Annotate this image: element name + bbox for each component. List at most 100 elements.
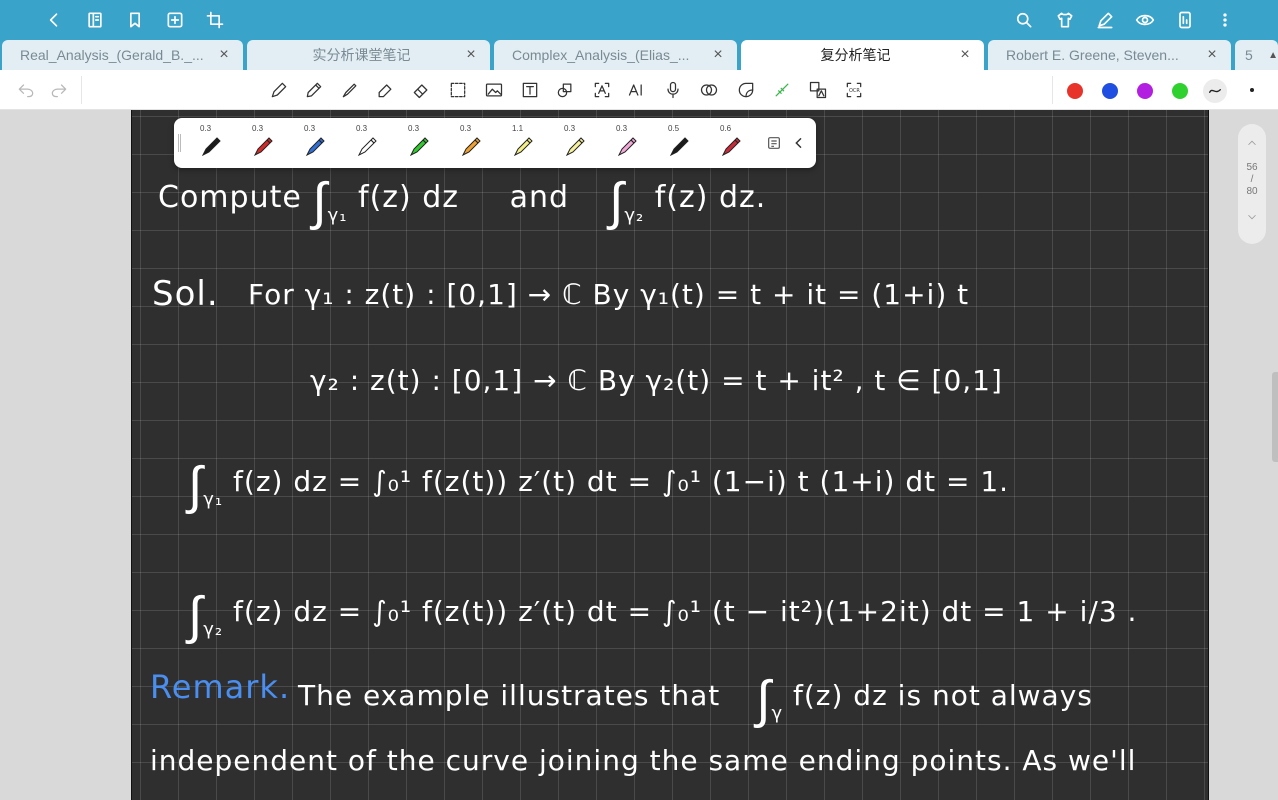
- note-text: Compute: [158, 180, 313, 215]
- pen-icon: [201, 137, 221, 157]
- close-icon[interactable]: ×: [217, 47, 231, 63]
- tab-greene-krantz[interactable]: Robert E. Greene, Steven... ×: [988, 40, 1231, 70]
- ai-icon[interactable]: [626, 79, 648, 101]
- highlighter-icon[interactable]: [374, 79, 396, 101]
- color-blue-swatch[interactable]: [1102, 83, 1118, 99]
- note-line-gamma2: γ₂ : z(t) : [0,1] → ℂ By γ₂(t) = t + it²…: [310, 364, 1003, 397]
- close-icon[interactable]: ×: [958, 47, 972, 63]
- color-red-swatch[interactable]: [1067, 83, 1083, 99]
- color-green-swatch[interactable]: [1172, 83, 1188, 99]
- note-line-remark: The example illustrates that ∫γ f(z) dz …: [298, 670, 1093, 730]
- pen-icon: [565, 137, 585, 157]
- bookmark-icon[interactable]: [123, 8, 147, 32]
- pen-preset[interactable]: 1.1: [498, 118, 548, 168]
- note-text: f(z) dz.: [654, 180, 767, 215]
- pen-preset[interactable]: 0.5: [654, 118, 704, 168]
- pen-icon: [617, 137, 637, 157]
- pen-preset[interactable]: 0.3: [186, 118, 236, 168]
- microphone-icon[interactable]: [662, 79, 684, 101]
- tab-label: 实分析课堂笔记: [312, 47, 411, 63]
- pencil-icon[interactable]: [303, 79, 325, 101]
- laser-pointer-icon[interactable]: [771, 79, 793, 101]
- note-remark-label: Remark.: [150, 668, 291, 706]
- collapse-chevron-icon[interactable]: [791, 133, 807, 153]
- fountain-pen-icon[interactable]: [268, 79, 290, 101]
- page-total: 80: [1246, 186, 1258, 197]
- chevron-up-icon[interactable]: [1245, 136, 1259, 150]
- note-sol-label: Sol.: [152, 274, 219, 314]
- chevron-up-icon: ▲: [1268, 49, 1278, 61]
- color-purple-swatch[interactable]: [1137, 83, 1153, 99]
- pen-icon: [357, 137, 377, 157]
- edit-pen-icon[interactable]: [1093, 8, 1117, 32]
- crop-icon[interactable]: [203, 8, 227, 32]
- divider: [1052, 76, 1053, 104]
- side-panel-handle[interactable]: [1272, 372, 1278, 462]
- note-line-integral1: ∫γ₁ f(z) dz = ∫₀¹ f(z(t)) z′(t) dt = ∫₀¹…: [188, 456, 1010, 516]
- back-icon[interactable]: [42, 8, 66, 32]
- ocr-icon[interactable]: OCR: [843, 79, 865, 101]
- translate-icon[interactable]: [807, 79, 829, 101]
- pen-preset[interactable]: 0.3: [602, 118, 652, 168]
- note-line-compute: Compute ∫γ₁ f(z) dz and ∫γ₂ f(z) dz.: [158, 172, 767, 232]
- pen-icon: [461, 137, 481, 157]
- stroke-style-icon[interactable]: [1203, 79, 1227, 103]
- top-bar: [0, 0, 1278, 40]
- sticker-icon[interactable]: [735, 79, 757, 101]
- chevron-down-icon[interactable]: [1245, 210, 1259, 224]
- note-text: f(z) dz = ∫₀¹ f(z(t)) z′(t) dt = ∫₀¹ (1−…: [233, 465, 1010, 498]
- pen-icon: [253, 137, 273, 157]
- note-text: and: [509, 180, 570, 215]
- pen-preset[interactable]: 0.3: [238, 118, 288, 168]
- tab-real-analysis-notes[interactable]: 实分析课堂笔记 ×: [247, 40, 490, 70]
- tab-count: 5: [1245, 47, 1253, 63]
- note-canvas[interactable]: Compute ∫γ₁ f(z) dz and ∫γ₂ f(z) dz. Sol.…: [131, 110, 1209, 800]
- svg-text:OCR: OCR: [849, 88, 860, 94]
- note-text: f(z) dz is not always: [793, 679, 1093, 712]
- image-icon[interactable]: [483, 79, 505, 101]
- tab-real-analysis[interactable]: Real_Analysis_(Gerald_B._... ×: [2, 40, 243, 70]
- pen-icon: [409, 137, 429, 157]
- text-recognition-icon[interactable]: [591, 79, 613, 101]
- pen-preset[interactable]: 0.3: [342, 118, 392, 168]
- eraser-icon[interactable]: [410, 79, 432, 101]
- note-text: f(z) dz = ∫₀¹ f(z(t)) z′(t) dt = ∫₀¹ (t …: [233, 595, 1138, 628]
- tab-label: Robert E. Greene, Steven...: [1006, 47, 1179, 63]
- pen-preset[interactable]: 0.6: [706, 118, 756, 168]
- note-text: f(z) dz: [358, 180, 460, 215]
- redo-icon[interactable]: [48, 79, 70, 101]
- close-icon[interactable]: ×: [1205, 47, 1219, 63]
- page-layout-icon[interactable]: [1173, 8, 1197, 32]
- page-indicator: 56 / 80: [1238, 124, 1266, 244]
- pen-icon: [513, 137, 533, 157]
- stroke-size-dot[interactable]: [1250, 88, 1254, 92]
- drawing-toolbar: OCR: [0, 70, 1278, 110]
- pen-preset[interactable]: 0.3: [394, 118, 444, 168]
- tab-complex-analysis-notes[interactable]: 复分析笔记 ×: [741, 40, 984, 70]
- page-separator: /: [1250, 174, 1254, 185]
- handwriting-math-icon[interactable]: [698, 79, 720, 101]
- theme-shirt-icon[interactable]: [1053, 8, 1077, 32]
- drag-handle[interactable]: [178, 134, 181, 152]
- shape-icon[interactable]: [554, 79, 576, 101]
- lasso-select-icon[interactable]: [447, 79, 469, 101]
- close-icon[interactable]: ×: [711, 47, 725, 63]
- undo-icon[interactable]: [15, 79, 37, 101]
- text-box-icon[interactable]: [519, 79, 541, 101]
- note-line-independent: independent of the curve joining the sam…: [150, 744, 1137, 777]
- document-tabs: Real_Analysis_(Gerald_B._... × 实分析课堂笔记 ×…: [0, 40, 1278, 70]
- close-icon[interactable]: ×: [464, 47, 478, 63]
- outline-icon[interactable]: [83, 8, 107, 32]
- tab-complex-analysis[interactable]: Complex_Analysis_(Elias_... ×: [494, 40, 737, 70]
- pen-settings-icon[interactable]: [766, 135, 782, 151]
- more-vertical-icon[interactable]: [1213, 8, 1237, 32]
- search-icon[interactable]: [1012, 8, 1036, 32]
- pen-preset[interactable]: 0.3: [290, 118, 340, 168]
- pen-icon: [721, 137, 741, 157]
- add-page-icon[interactable]: [163, 8, 187, 32]
- tab-overflow-count[interactable]: 5 ▲: [1235, 40, 1278, 70]
- pen-preset[interactable]: 0.3: [446, 118, 496, 168]
- pen-preset[interactable]: 0.3: [550, 118, 600, 168]
- ballpoint-pen-icon[interactable]: [339, 79, 361, 101]
- view-eye-icon[interactable]: [1133, 8, 1157, 32]
